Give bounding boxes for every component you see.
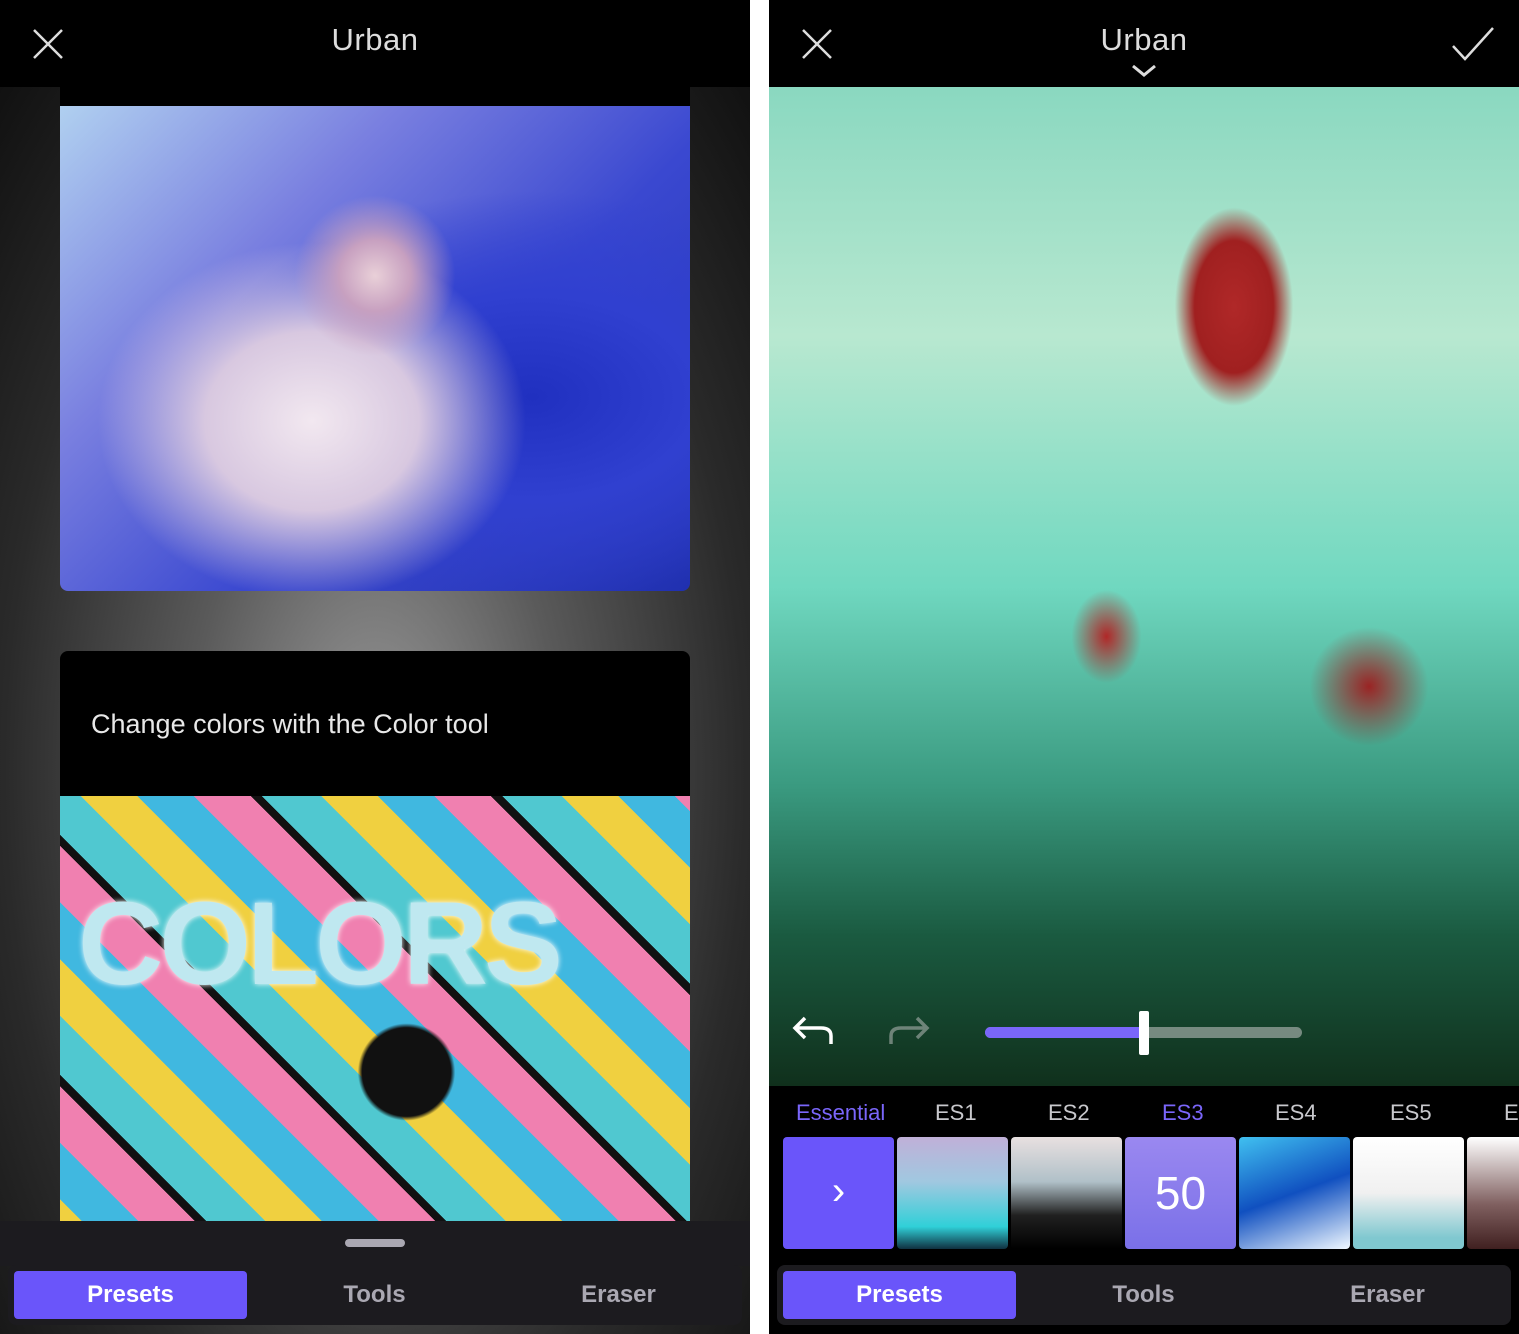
- preset-es6[interactable]: [1467, 1137, 1519, 1249]
- preview-image-mural: COLORS: [60, 796, 690, 1251]
- tab-presets[interactable]: Presets: [14, 1271, 247, 1319]
- preset-es5[interactable]: [1353, 1137, 1464, 1249]
- preset-thumbnails: › 50: [783, 1137, 1519, 1249]
- left-screen: Change colors with the Color tool COLORS…: [0, 0, 750, 1334]
- undo-icon[interactable]: [791, 1016, 835, 1048]
- drawer-handle-bar[interactable]: [0, 1221, 750, 1266]
- redo-icon[interactable]: [887, 1016, 931, 1048]
- preview-image-woman: [60, 106, 690, 591]
- preset-intensity-value: 50: [1154, 1167, 1207, 1219]
- tab-eraser[interactable]: Eraser: [1271, 1271, 1504, 1319]
- page-title: Urban: [331, 22, 419, 57]
- preset-es1[interactable]: [897, 1137, 1008, 1249]
- slider-fill: [985, 1027, 1144, 1038]
- category-es3[interactable]: ES3: [1162, 1100, 1204, 1126]
- bottom-tabs: Presets Tools Eraser: [777, 1265, 1511, 1325]
- category-partial[interactable]: E: [1504, 1100, 1519, 1126]
- category-es4[interactable]: ES4: [1275, 1100, 1317, 1126]
- next-button[interactable]: ›: [783, 1137, 894, 1249]
- chevron-down-icon[interactable]: [1131, 64, 1157, 78]
- slider-thumb[interactable]: [1138, 1011, 1149, 1055]
- category-es5[interactable]: ES5: [1390, 1100, 1432, 1126]
- preset-categories: Essential ES1 ES2 ES3 ES4 ES5 E: [769, 1086, 1519, 1136]
- tab-eraser[interactable]: Eraser: [502, 1271, 735, 1319]
- preset-preview-card[interactable]: [60, 87, 690, 591]
- mural-text: COLORS: [78, 878, 563, 1010]
- category-es1[interactable]: ES1: [935, 1100, 977, 1126]
- tip-card[interactable]: Change colors with the Color tool COLORS: [60, 651, 690, 1251]
- drag-handle[interactable]: [345, 1239, 405, 1247]
- category-es2[interactable]: ES2: [1048, 1100, 1090, 1126]
- tab-tools[interactable]: Tools: [258, 1271, 491, 1319]
- intensity-slider[interactable]: [985, 1011, 1302, 1055]
- preset-es2[interactable]: [1011, 1137, 1122, 1249]
- tab-presets[interactable]: Presets: [783, 1271, 1016, 1319]
- category-essential[interactable]: Essential: [796, 1100, 885, 1126]
- edited-photo-poppies: [769, 87, 1519, 1086]
- top-bar: Urban: [769, 0, 1519, 87]
- chevron-right-icon: ›: [831, 1169, 846, 1213]
- tab-tools[interactable]: Tools: [1027, 1271, 1260, 1319]
- card-header: [60, 87, 690, 106]
- tip-caption: Change colors with the Color tool: [91, 709, 489, 739]
- page-title[interactable]: Urban: [769, 22, 1519, 58]
- checkmark-icon[interactable]: [1451, 26, 1495, 62]
- preset-es3-selected[interactable]: 50: [1125, 1137, 1236, 1249]
- preset-es4[interactable]: [1239, 1137, 1350, 1249]
- right-screen: Urban Essential ES1 ES2 ES3 ES4 ES5 E › …: [769, 0, 1519, 1334]
- bottom-tabs: Presets Tools Eraser: [8, 1265, 742, 1325]
- top-bar: Urban: [0, 0, 750, 87]
